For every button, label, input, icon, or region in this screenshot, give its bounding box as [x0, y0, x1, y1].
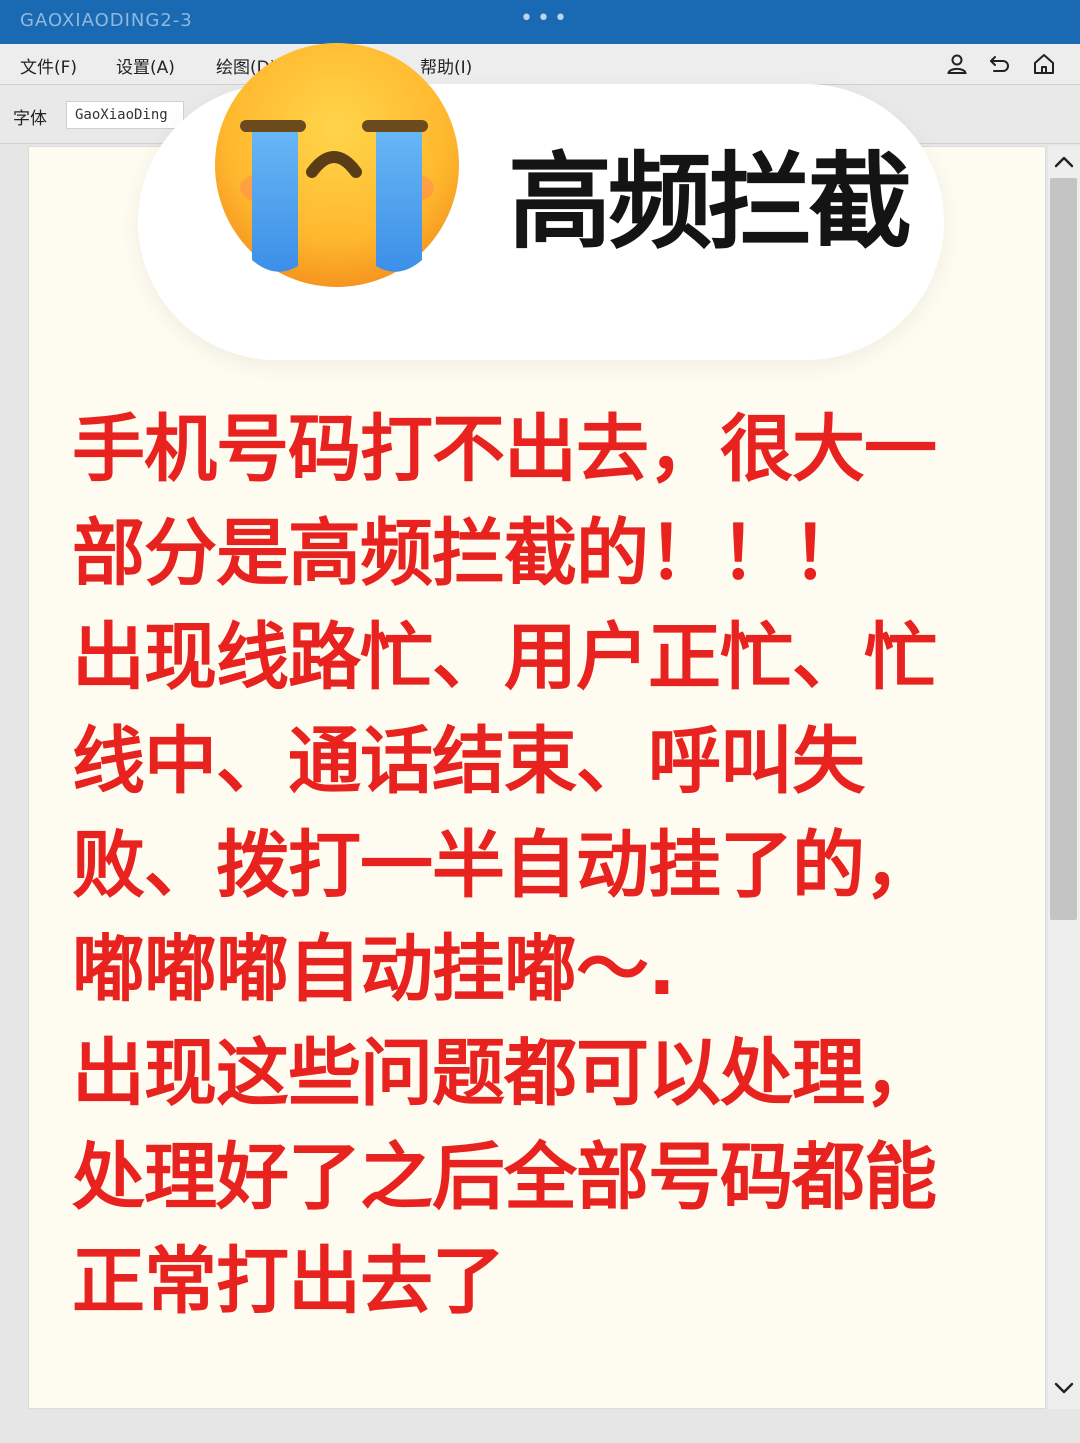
menu-settings[interactable]: 设置(A)	[116, 53, 175, 78]
body-line: 出现线路忙、用户正忙、忙	[72, 615, 937, 700]
title-bar: GAOXIAODING2-3 •••	[0, 0, 1080, 44]
body-line: 嘟嘟嘟自动挂嘟～.	[72, 927, 676, 1012]
body-line: 部分是高频拦截的！！！	[72, 511, 865, 596]
crying-face-emoji	[212, 40, 462, 290]
chevron-up-icon[interactable]	[1052, 150, 1076, 174]
font-select[interactable]: GaoXiaoDing	[66, 101, 184, 129]
bubble-title: 高频拦截	[508, 141, 912, 263]
body-line: 败、拨打一半自动挂了的，	[72, 823, 937, 908]
scrollbar-thumb[interactable]	[1050, 178, 1077, 920]
home-icon[interactable]	[1032, 52, 1056, 76]
chevron-down-icon[interactable]	[1052, 1376, 1076, 1400]
font-label: 字体	[13, 109, 47, 129]
body-text: 手机号码打不出去，很大一 部分是高频拦截的！！！ 出现线路忙、用户正忙、忙 线中…	[72, 398, 972, 1334]
body-line: 手机号码打不出去，很大一	[72, 407, 937, 492]
window-title: GAOXIAODING2-3	[20, 10, 193, 31]
body-line: 出现这些问题都可以处理，	[72, 1031, 937, 1116]
body-line: 处理好了之后全部号码都能	[72, 1135, 937, 1220]
undo-icon[interactable]	[988, 52, 1012, 76]
user-icon[interactable]	[945, 52, 969, 76]
window-options-dots[interactable]: •••	[520, 6, 571, 31]
menu-file[interactable]: 文件(F)	[20, 53, 77, 78]
body-line: 线中、通话结束、呼叫失	[72, 719, 865, 804]
body-line: 正常打出去了	[72, 1239, 505, 1324]
